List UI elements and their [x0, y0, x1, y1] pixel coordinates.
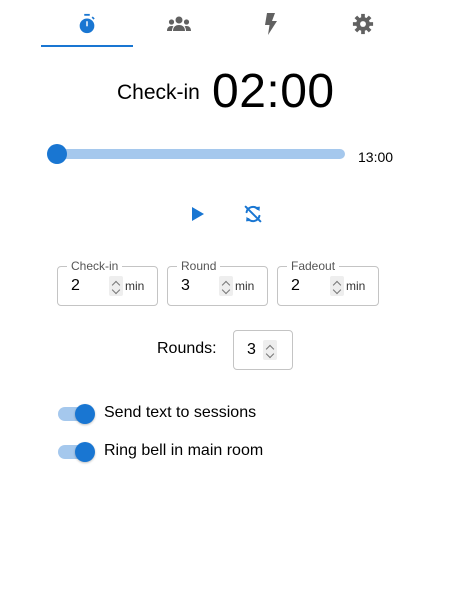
fadeout-stepper[interactable]: [330, 276, 344, 296]
fadeout-field[interactable]: Fadeout 2 min: [277, 259, 379, 306]
round-field[interactable]: Round 3 min: [167, 259, 268, 306]
phase-label: Check-in: [117, 81, 200, 104]
sync-disabled-icon: [244, 205, 262, 223]
fadeout-unit: min: [346, 279, 366, 293]
ring-bell-switch[interactable]: [57, 439, 97, 463]
switch-thumb: [75, 404, 95, 424]
checkin-stepper[interactable]: [109, 276, 123, 296]
tab-indicator: [41, 45, 133, 47]
slider-end-time: 13:00: [358, 149, 394, 165]
timer-icon: [79, 13, 95, 34]
send-text-switch[interactable]: [57, 401, 97, 425]
tab-flash[interactable]: [225, 0, 317, 48]
round-unit: min: [235, 279, 255, 293]
reset-button[interactable]: [239, 200, 267, 228]
groups-icon: [167, 16, 191, 31]
tab-settings[interactable]: [317, 0, 409, 48]
send-text-label: Send text to sessions: [104, 404, 257, 421]
tab-groups[interactable]: [133, 0, 225, 48]
rounds-stepper[interactable]: [263, 340, 277, 360]
round-stepper[interactable]: [219, 276, 233, 296]
checkin-value[interactable]: 2: [71, 277, 80, 295]
ring-bell-label: Ring bell in main room: [104, 442, 264, 459]
progress-slider[interactable]: [47, 142, 345, 166]
play-icon: [192, 207, 204, 221]
play-button[interactable]: [184, 200, 212, 228]
slider-thumb[interactable]: [47, 144, 67, 164]
round-label: Round: [177, 259, 221, 273]
rounds-value[interactable]: 3: [247, 341, 256, 359]
time-display: 02:00: [212, 65, 335, 118]
tab-bar: [0, 0, 450, 48]
tab-timer[interactable]: [41, 0, 133, 48]
rounds-label: Rounds:: [157, 340, 217, 357]
fadeout-value[interactable]: 2: [291, 277, 300, 295]
fadeout-label: Fadeout: [287, 259, 340, 273]
round-value[interactable]: 3: [181, 277, 190, 295]
flash-icon: [265, 13, 277, 35]
slider-rail: [55, 149, 345, 159]
checkin-field[interactable]: Check-in 2 min: [57, 259, 158, 306]
rounds-field[interactable]: 3: [233, 330, 293, 370]
checkin-label: Check-in: [67, 259, 123, 273]
checkin-unit: min: [125, 279, 145, 293]
switch-thumb: [75, 442, 95, 462]
settings-icon: [352, 13, 374, 35]
